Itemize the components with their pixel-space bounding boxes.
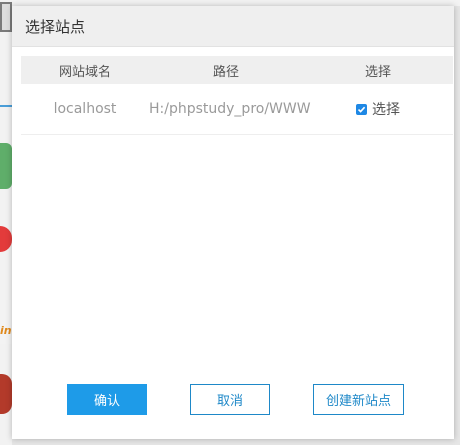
select-checkbox-control[interactable]: 选择: [303, 99, 453, 119]
table-row: localhost H:/phpstudy_pro/WWW 选择: [21, 84, 453, 135]
dialog-header: 选择站点: [12, 6, 454, 47]
site-domain: localhost: [53, 101, 117, 117]
cancel-button[interactable]: 取消: [190, 384, 270, 415]
background-app-icon: in: [0, 300, 12, 344]
column-header-domain: 网站域名: [58, 64, 111, 80]
site-path: H:/phpstudy_pro/WWW: [149, 101, 311, 117]
checkbox-checked-icon[interactable]: [356, 103, 367, 115]
background-app-icon: [0, 143, 12, 189]
site-table: 网站域名 路径 选择 localhost H:/phpstudy_pro/WWW…: [21, 56, 453, 135]
background-app-divider: [0, 105, 12, 107]
table-header: 网站域名 路径 选择: [21, 56, 453, 84]
create-site-button[interactable]: 创建新站点: [313, 384, 404, 415]
select-cell: 选择: [303, 99, 453, 119]
background-app-icon: [0, 2, 12, 32]
background-app-text: in: [0, 324, 12, 337]
column-header-path: 路径: [212, 64, 239, 80]
select-label: 选择: [372, 102, 400, 118]
confirm-button[interactable]: 确认: [67, 384, 147, 415]
column-header-select: 选择: [364, 64, 391, 80]
select-site-dialog: 选择站点 网站域名 路径 选择 localhost H:/phpstudy_pr…: [12, 6, 454, 439]
dialog-title: 选择站点: [25, 17, 86, 36]
background-app-icon: [0, 374, 12, 414]
